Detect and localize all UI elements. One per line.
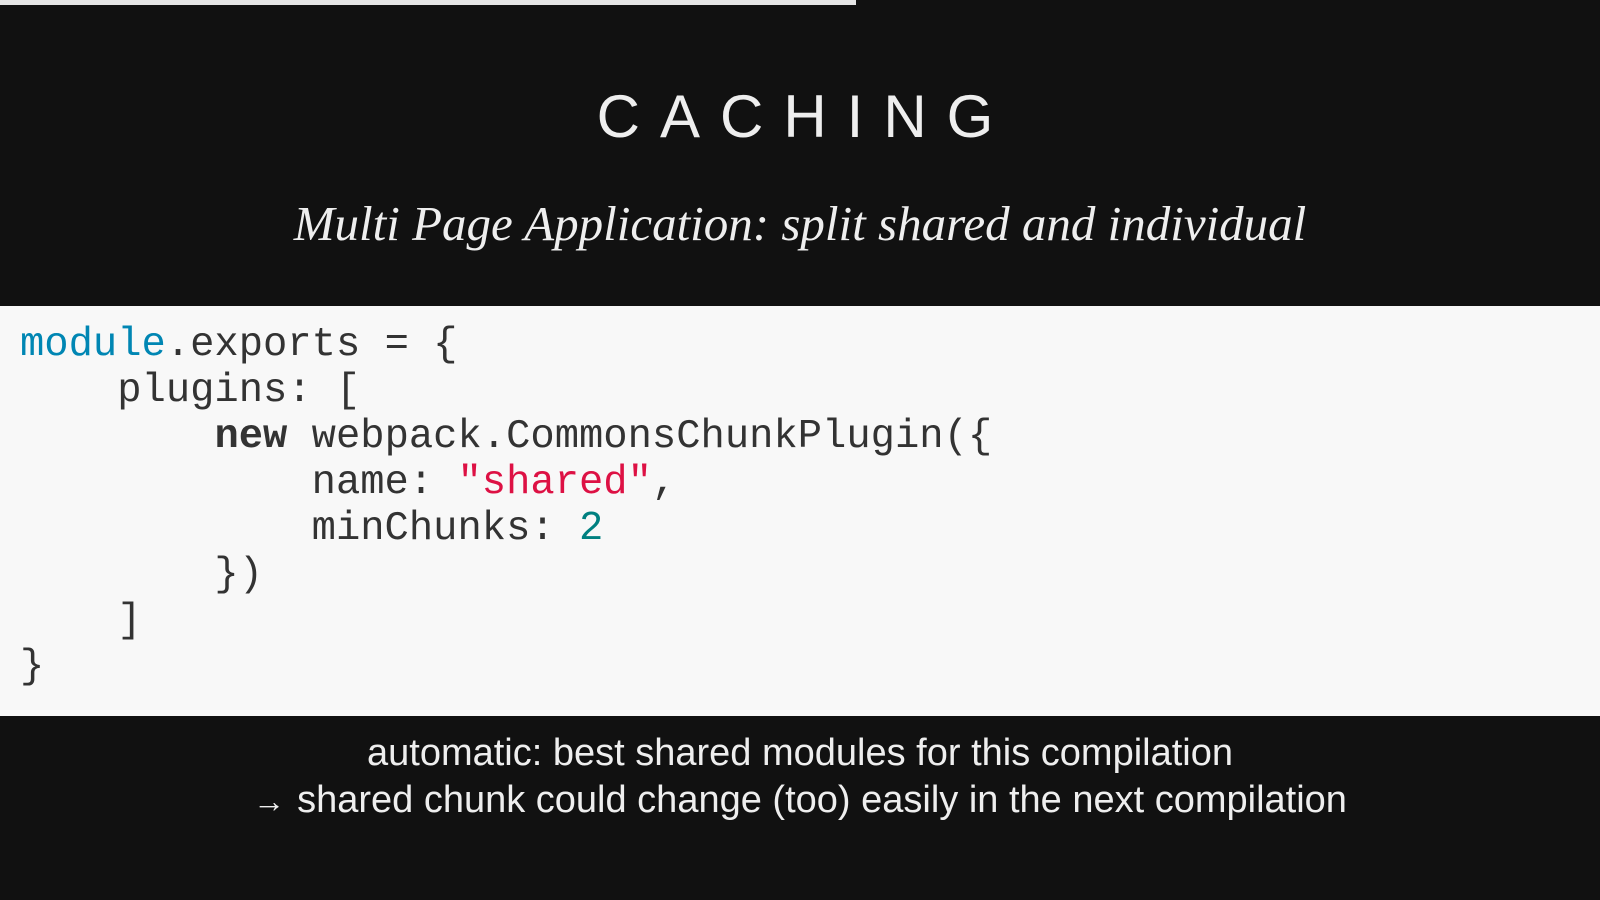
- code-line: name: "shared",: [20, 460, 677, 506]
- code-line: new webpack.CommonsChunkPlugin({: [20, 414, 992, 460]
- code-token-builtin: module: [20, 322, 166, 368]
- code-token-number: 2: [579, 506, 604, 552]
- slide-subtitle: Multi Page Application: split shared and…: [293, 196, 1307, 251]
- slide-title: CACHING: [596, 83, 1014, 150]
- code-token: ,: [651, 460, 677, 506]
- arrow-right-icon: →: [253, 783, 286, 819]
- code-token: .exports = {: [165, 322, 458, 368]
- code-line: minChunks: 2: [20, 506, 604, 552]
- code-line: module.exports = {: [20, 322, 457, 368]
- slide: CACHING Multi Page Application: split sh…: [0, 0, 1600, 900]
- code-line: plugins: [: [20, 368, 361, 414]
- code-token: name:: [20, 460, 458, 506]
- note-line-consequence: → shared chunk could change (too) easily …: [0, 777, 1600, 825]
- code-token-string: "shared": [457, 460, 652, 506]
- note-line-automatic: automatic: best shared modules for this …: [367, 732, 1233, 774]
- code-token: webpack.CommonsChunkPlugin({: [287, 414, 993, 460]
- code-token: minChunks:: [20, 506, 579, 552]
- progress-bar-fill: [0, 0, 856, 5]
- slide-notes: automatic: best shared modules for this …: [0, 730, 1600, 825]
- code-listing: module.exports = { plugins: [ new webpac…: [20, 322, 1580, 690]
- code-line: ]: [20, 598, 142, 644]
- code-token-keyword: new: [214, 414, 288, 460]
- code-line: }: [20, 644, 45, 690]
- note-text: shared chunk could change (too) easily i…: [297, 779, 1347, 821]
- progress-bar: [0, 0, 1600, 5]
- code-block: module.exports = { plugins: [ new webpac…: [0, 306, 1600, 716]
- code-line: }): [20, 552, 264, 598]
